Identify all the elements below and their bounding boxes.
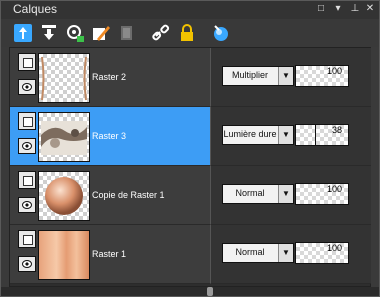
- edit-mask-icon[interactable]: [91, 23, 111, 43]
- panel-footer: [1, 287, 379, 296]
- layer-row[interactable]: Copie de Raster 1 Normal ▼ 100: [10, 166, 371, 225]
- layer-properties: Multiplier ▼ 100: [210, 48, 371, 107]
- layer-properties: Lumière dure ▼ 38: [210, 107, 371, 166]
- blend-mode-label: Multiplier: [231, 70, 268, 80]
- new-layer-icon[interactable]: [13, 23, 33, 43]
- layers-toolbar: [1, 19, 379, 47]
- resize-grip[interactable]: [207, 287, 213, 296]
- blend-mode-select[interactable]: Multiplier ▼: [222, 66, 294, 86]
- blend-options-icon[interactable]: [211, 23, 231, 43]
- chevron-down-icon[interactable]: ▼: [278, 185, 293, 203]
- visibility-icon[interactable]: [65, 23, 85, 43]
- layer-row-left[interactable]: Raster 3: [10, 107, 210, 166]
- merge-down-icon[interactable]: [39, 23, 59, 43]
- menu-icon[interactable]: ▾: [332, 3, 344, 15]
- opacity-value: 100: [326, 184, 342, 194]
- opacity-value: 100: [326, 243, 342, 253]
- layers-panel: Calques □ ▾ ⊥ ✕ Raster 2 Multiplier ▼ 10…: [0, 0, 380, 297]
- blend-mode-label: Normal: [235, 247, 265, 257]
- layer-thumbnail[interactable]: [38, 230, 90, 280]
- chevron-down-icon[interactable]: ▼: [278, 244, 293, 262]
- layer-row-left[interactable]: Raster 2: [10, 48, 210, 107]
- chevron-down-icon[interactable]: ▼: [278, 67, 293, 85]
- layer-row-left[interactable]: Raster 1: [10, 225, 210, 284]
- layer-type-icon[interactable]: [18, 112, 36, 130]
- opacity-value: 38: [331, 125, 342, 135]
- opacity-slider[interactable]: 38: [295, 124, 349, 146]
- eye-icon[interactable]: [18, 79, 36, 95]
- layer-name: Raster 2: [92, 72, 127, 82]
- layer-type-icon[interactable]: [18, 171, 36, 189]
- delete-layer-icon[interactable]: [117, 23, 137, 43]
- blend-mode-label: Lumière dure: [223, 129, 277, 139]
- layer-type-icon[interactable]: [18, 230, 36, 248]
- title-bar: Calques □ ▾ ⊥ ✕: [1, 1, 379, 19]
- link-icon[interactable]: [151, 23, 171, 43]
- close-icon[interactable]: ✕: [364, 3, 376, 15]
- layer-properties: Normal ▼ 100: [210, 225, 371, 284]
- layer-thumbnail[interactable]: [38, 53, 90, 103]
- maximize-icon[interactable]: □: [315, 3, 327, 15]
- layer-row-left[interactable]: Copie de Raster 1: [10, 166, 210, 225]
- chevron-down-icon[interactable]: ▼: [278, 126, 293, 144]
- blend-mode-label: Normal: [235, 188, 265, 198]
- layer-name: Raster 3: [92, 131, 127, 141]
- layer-row[interactable]: Raster 1 Normal ▼ 100: [10, 225, 371, 284]
- layer-row[interactable]: Raster 2 Multiplier ▼ 100: [10, 48, 371, 107]
- blend-mode-select[interactable]: Normal ▼: [222, 243, 294, 263]
- pin-icon[interactable]: ⊥: [349, 3, 361, 15]
- layer-thumbnail[interactable]: [38, 171, 90, 221]
- opacity-slider-handle[interactable]: [315, 125, 316, 145]
- layer-name: Copie de Raster 1: [92, 190, 165, 200]
- opacity-value: 100: [326, 66, 342, 76]
- opacity-slider[interactable]: 100: [295, 183, 349, 205]
- panel-title: Calques: [13, 2, 58, 16]
- opacity-slider[interactable]: 100: [295, 65, 349, 87]
- layer-name: Raster 1: [92, 249, 127, 259]
- eye-icon[interactable]: [18, 138, 36, 154]
- opacity-slider[interactable]: 100: [295, 242, 349, 264]
- layer-properties: Normal ▼ 100: [210, 166, 371, 225]
- lock-icon[interactable]: [177, 23, 197, 43]
- layer-row[interactable]: Raster 3 Lumière dure ▼ 38: [10, 107, 371, 166]
- layer-type-icon[interactable]: [18, 53, 36, 71]
- blend-mode-select[interactable]: Normal ▼: [222, 184, 294, 204]
- eye-icon[interactable]: [18, 256, 36, 272]
- blend-mode-select[interactable]: Lumière dure ▼: [222, 125, 294, 145]
- eye-icon[interactable]: [18, 197, 36, 213]
- layer-thumbnail[interactable]: [38, 112, 90, 162]
- layer-list: Raster 2 Multiplier ▼ 100 Raster 3 Lumiè…: [9, 47, 371, 287]
